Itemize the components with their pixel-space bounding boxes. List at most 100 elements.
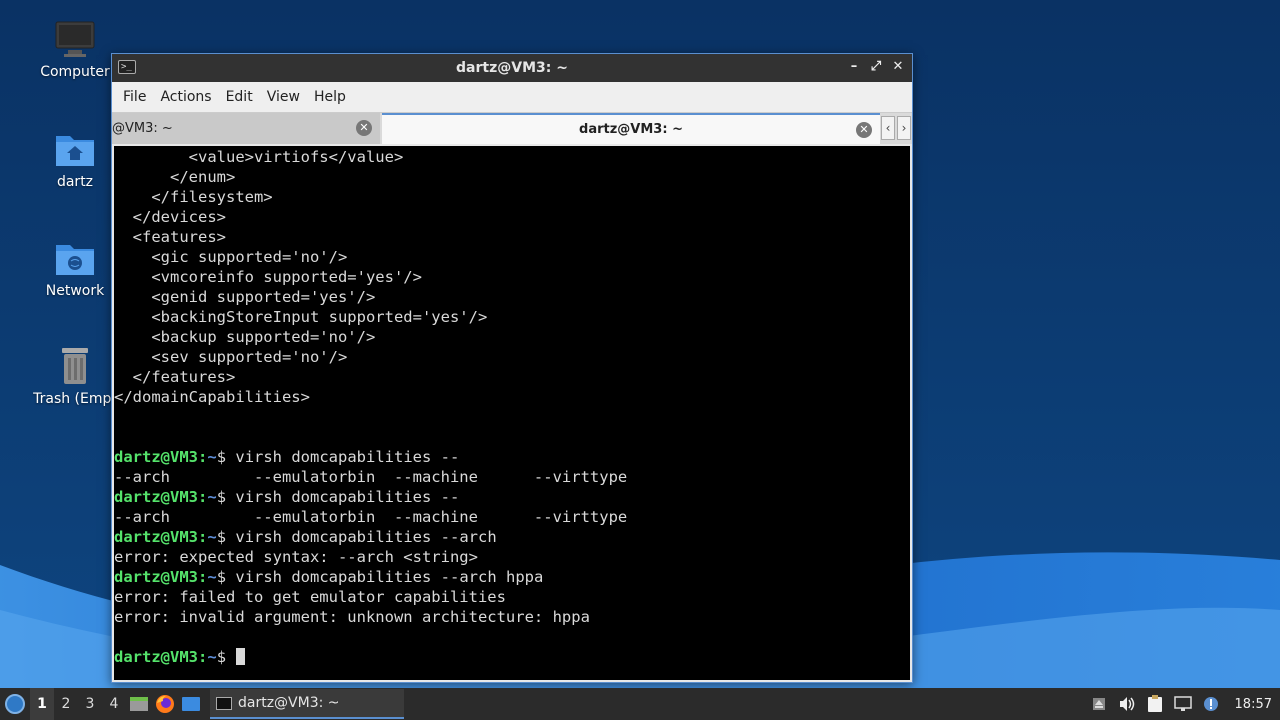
firefox-icon[interactable] bbox=[152, 688, 178, 720]
tab-label: dartz@VM3: ~ bbox=[579, 122, 683, 137]
desktop-icon-label: Network bbox=[45, 283, 105, 299]
window-title: dartz@VM3: ~ bbox=[456, 60, 568, 76]
text-cursor bbox=[236, 648, 246, 665]
system-tray: 18:57 bbox=[1089, 694, 1280, 714]
command-text: virsh domcapabilities --arch hppa bbox=[235, 568, 544, 586]
prompt-separator: : bbox=[198, 528, 208, 546]
menu-view[interactable]: View bbox=[260, 89, 307, 105]
prompt-separator: : bbox=[198, 648, 208, 666]
show-desktop-icon[interactable] bbox=[178, 688, 204, 720]
trash-icon bbox=[54, 345, 96, 387]
home-folder-icon bbox=[54, 128, 96, 170]
terminal-output-line: --arch --emulatorbin --machine --virttyp… bbox=[114, 508, 628, 526]
terminal-icon bbox=[216, 696, 232, 710]
terminal-output-line: </filesystem> bbox=[114, 188, 273, 206]
menu-bar: File Actions Edit View Help bbox=[112, 82, 912, 112]
terminal-command-line: dartz@VM3:~$ virsh domcapabilities --arc… bbox=[114, 527, 910, 547]
terminal-command-line: dartz@VM3:~$ virsh domcapabilities -- bbox=[114, 487, 910, 507]
tab-close-icon[interactable]: ✕ bbox=[856, 122, 872, 138]
prompt-symbol: $ bbox=[216, 528, 236, 546]
terminal-output-line: </devices> bbox=[114, 208, 226, 226]
terminal-window: >_ dartz@VM3: ~ – ⤢ ✕ File Actions Edit … bbox=[111, 53, 913, 683]
prompt-symbol: $ bbox=[216, 448, 236, 466]
desktop-icon-home[interactable]: dartz bbox=[25, 128, 125, 190]
tab-close-icon[interactable]: ✕ bbox=[356, 120, 372, 136]
terminal-output-line: <features> bbox=[114, 228, 226, 246]
clipboard-icon[interactable] bbox=[1145, 694, 1165, 714]
tab-scroll-right-button[interactable]: › bbox=[897, 116, 911, 140]
terminal-output-line: error: expected syntax: --arch <string> bbox=[114, 548, 478, 566]
terminal-output-line: </enum> bbox=[114, 168, 236, 186]
task-label: dartz@VM3: ~ bbox=[238, 695, 340, 711]
desktop-icon-label: Trash (Empt bbox=[33, 391, 117, 407]
workspace-4[interactable]: 4 bbox=[102, 688, 126, 720]
start-menu-button[interactable] bbox=[0, 688, 30, 720]
desktop-icon-label: dartz bbox=[56, 174, 94, 190]
terminal-command-line: dartz@VM3:~$ virsh domcapabilities --arc… bbox=[114, 567, 910, 587]
terminal-output-line: <vmcoreinfo supported='yes'/> bbox=[114, 268, 422, 286]
prompt-path: ~ bbox=[207, 648, 217, 666]
update-notification-icon[interactable] bbox=[1201, 694, 1221, 714]
command-text: virsh domcapabilities --arch bbox=[235, 528, 497, 546]
prompt-path: ~ bbox=[207, 528, 217, 546]
terminal-output[interactable]: <value>virtiofs</value> </enum> </filesy… bbox=[114, 146, 910, 680]
tab-label: @VM3: ~ bbox=[112, 121, 173, 136]
terminal-output-line: <genid supported='yes'/> bbox=[114, 288, 376, 306]
prompt-user: dartz@VM3 bbox=[114, 488, 198, 506]
desktop-icon-network[interactable]: Network bbox=[25, 237, 125, 299]
menu-edit[interactable]: Edit bbox=[219, 89, 260, 105]
menu-help[interactable]: Help bbox=[307, 89, 353, 105]
workspace-3[interactable]: 3 bbox=[78, 688, 102, 720]
desktop-icon-computer[interactable]: Computer bbox=[25, 18, 125, 80]
prompt-user: dartz@VM3 bbox=[114, 528, 198, 546]
eject-icon[interactable] bbox=[1089, 694, 1109, 714]
lubuntu-logo-icon bbox=[5, 694, 25, 714]
terminal-output-line: <sev supported='no'/> bbox=[114, 348, 348, 366]
tab-inactive[interactable]: @VM3: ~ ✕ bbox=[112, 113, 380, 144]
workspace-2[interactable]: 2 bbox=[54, 688, 78, 720]
terminal-output-line: --arch --emulatorbin --machine --virttyp… bbox=[114, 468, 628, 486]
command-text: virsh domcapabilities -- bbox=[235, 448, 460, 466]
tab-scroll-left-button[interactable]: ‹ bbox=[881, 116, 895, 140]
workspace-1[interactable]: 1 bbox=[30, 688, 54, 720]
terminal-output-line: error: invalid argument: unknown archite… bbox=[114, 608, 590, 626]
prompt-path: ~ bbox=[207, 448, 217, 466]
prompt-user: dartz@VM3 bbox=[114, 448, 198, 466]
window-titlebar[interactable]: >_ dartz@VM3: ~ – ⤢ ✕ bbox=[112, 54, 912, 82]
prompt-symbol: $ bbox=[216, 648, 236, 666]
clock[interactable]: 18:57 bbox=[1229, 697, 1272, 712]
terminal-command-line: dartz@VM3:~$ virsh domcapabilities -- bbox=[114, 447, 910, 467]
prompt-user: dartz@VM3 bbox=[114, 568, 198, 586]
command-text: virsh domcapabilities -- bbox=[235, 488, 460, 506]
file-manager-icon[interactable] bbox=[126, 688, 152, 720]
taskbar-task-terminal[interactable]: dartz@VM3: ~ bbox=[210, 689, 404, 719]
terminal-output-line: <value>virtiofs</value> bbox=[114, 148, 404, 166]
prompt-symbol: $ bbox=[216, 488, 236, 506]
menu-file[interactable]: File bbox=[116, 89, 153, 105]
prompt-separator: : bbox=[198, 568, 208, 586]
prompt-symbol: $ bbox=[216, 568, 236, 586]
prompt-path: ~ bbox=[207, 568, 217, 586]
terminal-icon: >_ bbox=[118, 60, 136, 74]
maximize-button[interactable]: ⤢ bbox=[868, 58, 884, 76]
terminal-output-line: error: failed to get emulator capabiliti… bbox=[114, 588, 506, 606]
terminal-output-line: <backup supported='no'/> bbox=[114, 328, 376, 346]
desktop-icon-trash[interactable]: Trash (Empt bbox=[25, 345, 125, 407]
terminal-output-line: <backingStoreInput supported='yes'/> bbox=[114, 308, 488, 326]
network-folder-icon bbox=[54, 237, 96, 279]
terminal-output-line: </features> bbox=[114, 368, 236, 386]
network-icon[interactable] bbox=[1173, 694, 1193, 714]
tab-active[interactable]: dartz@VM3: ~ ✕ bbox=[382, 113, 880, 144]
desktop-icon-label: Computer bbox=[40, 64, 110, 80]
close-button[interactable]: ✕ bbox=[890, 58, 906, 76]
computer-icon bbox=[54, 18, 96, 60]
terminal-output-line: </domainCapabilities> bbox=[114, 388, 310, 406]
prompt-separator: : bbox=[198, 448, 208, 466]
volume-icon[interactable] bbox=[1117, 694, 1137, 714]
menu-actions[interactable]: Actions bbox=[153, 89, 218, 105]
prompt-separator: : bbox=[198, 488, 208, 506]
minimize-button[interactable]: – bbox=[846, 58, 862, 76]
